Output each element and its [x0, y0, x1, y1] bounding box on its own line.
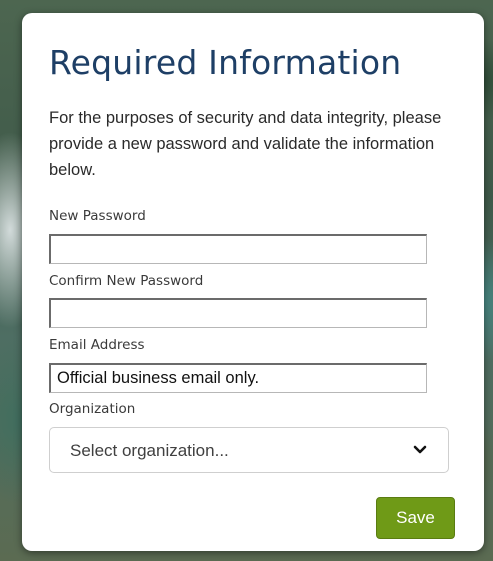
organization-label: Organization [49, 401, 136, 417]
chevron-down-icon [413, 445, 427, 454]
new-password-input[interactable] [49, 234, 427, 264]
email-input[interactable] [49, 363, 427, 393]
organization-select-value: Select organization... [70, 441, 229, 460]
email-label: Email Address [49, 337, 145, 353]
dialog-intro-text: For the purposes of security and data in… [49, 109, 442, 179]
save-button[interactable]: Save [376, 497, 455, 539]
dialog-title: Required Information [49, 43, 402, 82]
confirm-password-label: Confirm New Password [49, 273, 204, 289]
organization-select[interactable]: Select organization... [49, 427, 449, 473]
confirm-password-input[interactable] [49, 298, 427, 328]
new-password-label: New Password [49, 208, 146, 224]
required-info-dialog: Required Information For the purposes of… [22, 13, 484, 551]
